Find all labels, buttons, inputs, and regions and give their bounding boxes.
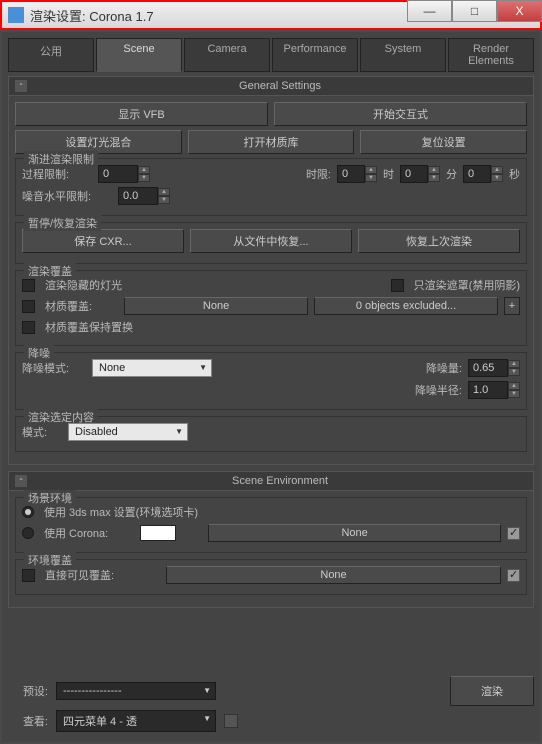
group-scene-env: 场景环境 使用 3ds max 设置(环境选项卡) 使用 Corona: Non… [15, 497, 527, 553]
minimize-button[interactable]: — [407, 0, 452, 22]
tab-performance[interactable]: Performance [272, 38, 358, 72]
resume-last-button[interactable]: 恢复上次渲染 [358, 229, 520, 253]
pass-limit-label: 过程限制: [22, 166, 92, 182]
mtl-override-label: 材质覆盖: [45, 298, 92, 314]
group-selected: 渲染选定内容 模式: Disabled [15, 416, 527, 452]
group-denoise: 降噪 降噪模式: None 降噪量: ▲▼ 降噪半径: ▲▼ [15, 352, 527, 410]
use-corona-label: 使用 Corona: [44, 525, 108, 541]
render-hidden-checkbox[interactable] [22, 279, 35, 292]
app-icon [8, 7, 24, 23]
denoise-mode-dropdown[interactable]: None [92, 359, 212, 377]
open-matlib-button[interactable]: 打开材质库 [188, 130, 355, 154]
group-overrides: 渲染覆盖 渲染隐藏的灯光 只渲染遮罩(禁用阴影) 材质覆盖: None 0 ob… [15, 270, 527, 346]
use-max-label: 使用 3ds max 设置(环境选项卡) [44, 504, 198, 520]
show-vfb-button[interactable]: 显示 VFB [15, 102, 268, 126]
denoise-amount-spinner[interactable]: ▲▼ [468, 359, 520, 377]
preset-label: 预设: [8, 683, 48, 699]
render-button[interactable]: 渲染 [450, 676, 534, 706]
rollout-general: - General Settings 显示 VFB 开始交互式 设置灯光混合 打… [8, 76, 534, 465]
time-s-spinner[interactable]: ▲▼ [463, 165, 503, 183]
preserve-checkbox[interactable] [22, 321, 35, 334]
rollout-title: Scene Environment [33, 475, 527, 487]
resume-file-button[interactable]: 从文件中恢复... [190, 229, 352, 253]
tab-common[interactable]: 公用 [8, 38, 94, 72]
footer: 预设: ---------------- 渲染 查看: 四元菜单 4 - 透 [8, 676, 534, 736]
group-progressive: 渐进渲染限制 过程限制: ▲▼ 时限: ▲▼ 时 ▲▼ 分 ▲▼ 秒 噪音水平限… [15, 158, 527, 216]
collapse-icon: - [15, 475, 27, 487]
objects-excluded-button[interactable]: 0 objects excluded... [314, 297, 498, 315]
reset-settings-button[interactable]: 复位设置 [360, 130, 527, 154]
use-max-radio[interactable] [22, 506, 34, 518]
preset-dropdown[interactable]: ---------------- [56, 682, 216, 700]
group-label: 渐进渲染限制 [24, 151, 98, 167]
view-dropdown[interactable]: 四元菜单 4 - 透 [56, 710, 216, 732]
window-buttons: — □ X [407, 0, 542, 22]
denoise-radius-label: 降噪半径: [415, 382, 462, 398]
tab-camera[interactable]: Camera [184, 38, 270, 72]
add-exclude-button[interactable]: + [504, 297, 520, 315]
noise-limit-label: 噪音水平限制: [22, 188, 112, 204]
use-corona-radio[interactable] [22, 527, 34, 539]
view-label: 查看: [8, 713, 48, 729]
rollout-head-general[interactable]: - General Settings [9, 77, 533, 96]
direct-visible-map-slot[interactable]: None [166, 566, 501, 584]
save-cxr-button[interactable]: 保存 CXR... [22, 229, 184, 253]
start-interactive-button[interactable]: 开始交互式 [274, 102, 527, 126]
denoise-radius-spinner[interactable]: ▲▼ [468, 381, 520, 399]
corona-env-enable-checkbox[interactable] [507, 527, 520, 540]
rollout-head-env[interactable]: - Scene Environment [9, 472, 533, 491]
corona-env-map-slot[interactable]: None [208, 524, 501, 542]
collapse-icon: - [15, 80, 27, 92]
time-m-spinner[interactable]: ▲▼ [400, 165, 440, 183]
selected-mode-label: 模式: [22, 424, 62, 440]
rollout-title: General Settings [33, 80, 527, 92]
group-label: 渲染覆盖 [24, 263, 76, 279]
denoise-mode-label: 降噪模式: [22, 360, 86, 376]
tab-render-elements[interactable]: Render Elements [448, 38, 534, 72]
tab-scene[interactable]: Scene [96, 38, 182, 72]
group-env-override: 环境覆盖 直接可见覆盖: None [15, 559, 527, 595]
preserve-label: 材质覆盖保持置换 [45, 319, 133, 335]
tab-system[interactable]: System [360, 38, 446, 72]
time-h-spinner[interactable]: ▲▼ [337, 165, 377, 183]
corona-color-swatch[interactable] [140, 525, 176, 541]
group-label: 降噪 [24, 345, 54, 361]
pass-limit-input[interactable] [98, 165, 138, 183]
group-resume: 暂停/恢复渲染 保存 CXR... 从文件中恢复... 恢复上次渲染 [15, 222, 527, 264]
lock-view-icon[interactable] [224, 714, 238, 728]
noise-limit-spinner[interactable]: ▲▼ [118, 187, 170, 205]
render-hidden-label: 渲染隐藏的灯光 [45, 277, 122, 293]
denoise-amount-label: 降噪量: [426, 360, 462, 376]
direct-visible-enable-checkbox[interactable] [507, 569, 520, 582]
maximize-button[interactable]: □ [452, 0, 497, 22]
tab-bar: 公用 Scene Camera Performance System Rende… [8, 38, 534, 72]
only-mask-label: 只渲染遮罩(禁用阴影) [414, 277, 520, 293]
only-mask-checkbox[interactable] [391, 279, 404, 292]
group-label: 场景环境 [24, 490, 76, 506]
direct-visible-checkbox[interactable] [22, 569, 35, 582]
group-label: 环境覆盖 [24, 552, 76, 568]
mtl-override-checkbox[interactable] [22, 300, 35, 313]
rollout-scene-env: - Scene Environment 场景环境 使用 3ds max 设置(环… [8, 471, 534, 608]
direct-visible-label: 直接可见覆盖: [45, 567, 114, 583]
time-limit-label: 时限: [306, 166, 331, 182]
close-button[interactable]: X [497, 0, 542, 22]
mtl-override-slot[interactable]: None [124, 297, 308, 315]
pass-limit-spinner[interactable]: ▲▼ [98, 165, 150, 183]
selected-mode-dropdown[interactable]: Disabled [68, 423, 188, 441]
group-label: 暂停/恢复渲染 [24, 215, 101, 231]
